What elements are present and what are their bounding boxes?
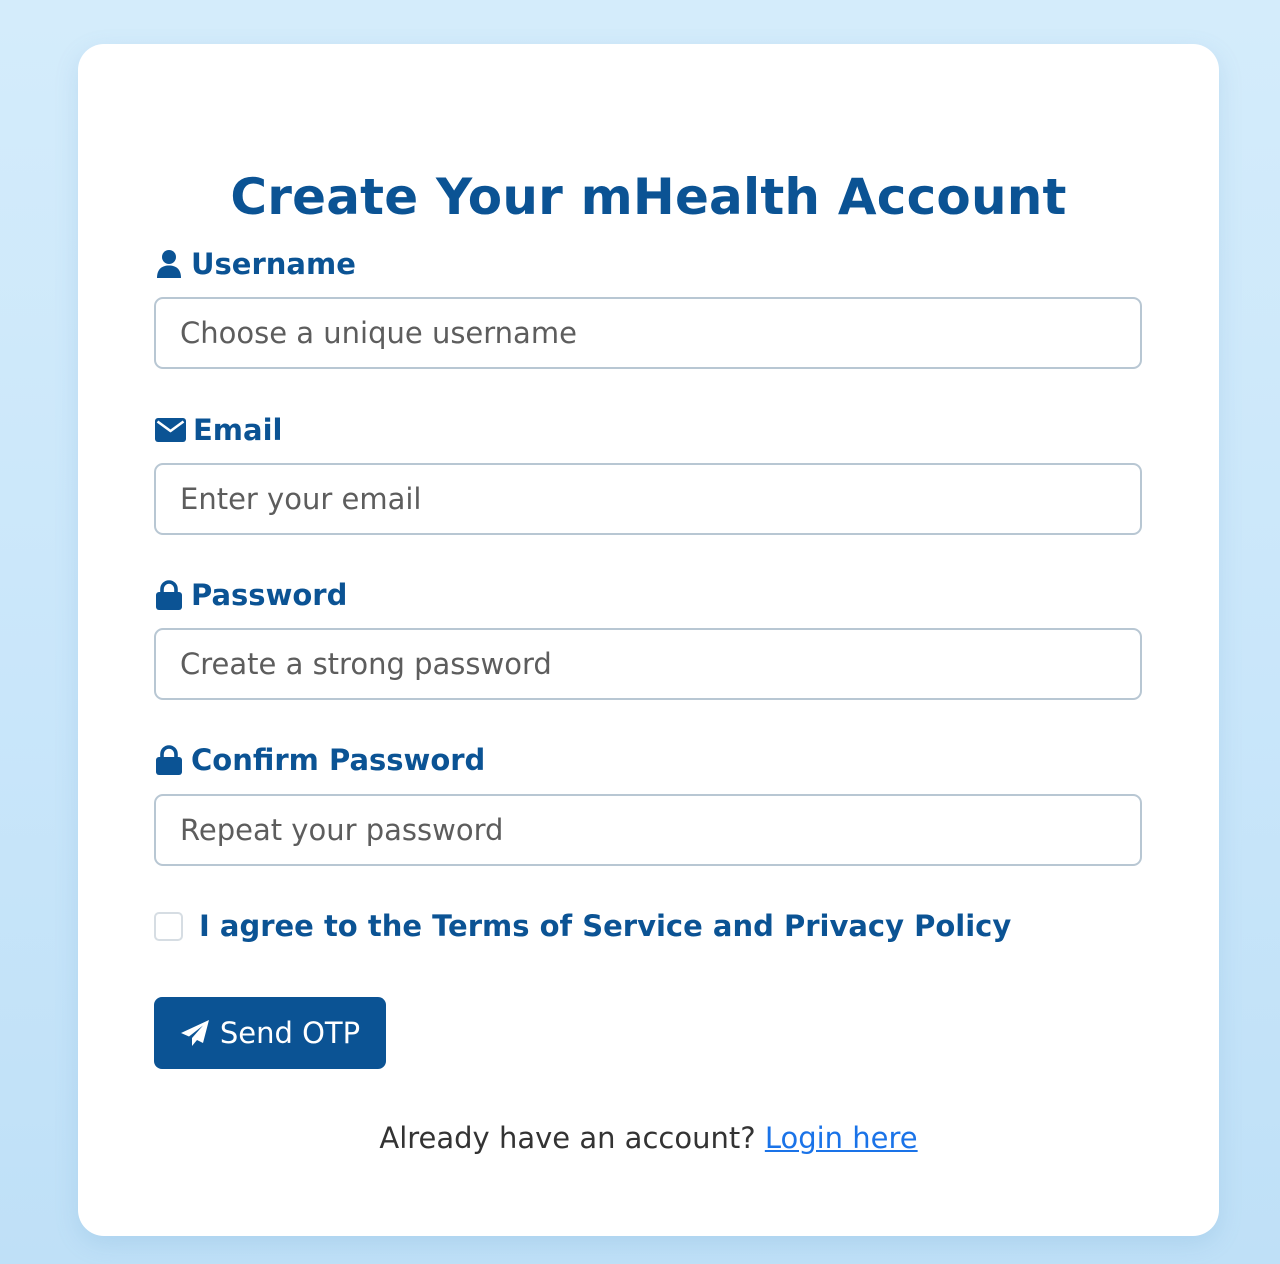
signup-card: Create Your mHealth Account Username Ema… bbox=[78, 44, 1219, 1236]
username-input[interactable] bbox=[154, 297, 1142, 369]
confirm-password-input[interactable] bbox=[154, 794, 1142, 866]
login-prompt-text: Already have an account? bbox=[379, 1121, 756, 1155]
username-label: Username bbox=[154, 246, 356, 282]
lock-icon bbox=[154, 578, 184, 612]
terms-label[interactable]: I agree to the Terms of Service and Priv… bbox=[199, 908, 1011, 944]
login-link[interactable]: Login here bbox=[765, 1121, 918, 1155]
username-label-text: Username bbox=[191, 247, 356, 281]
email-label-text: Email bbox=[193, 413, 283, 447]
password-label: Password bbox=[154, 577, 347, 613]
terms-row: I agree to the Terms of Service and Priv… bbox=[154, 908, 1011, 944]
lock-icon bbox=[154, 743, 184, 777]
user-icon bbox=[154, 247, 184, 281]
confirm-password-label: Confirm Password bbox=[154, 742, 485, 778]
email-label: Email bbox=[154, 412, 282, 448]
send-otp-label: Send OTP bbox=[219, 1016, 361, 1050]
confirm-password-label-text: Confirm Password bbox=[191, 743, 486, 777]
terms-checkbox[interactable] bbox=[154, 911, 183, 941]
send-otp-button[interactable]: Send OTP bbox=[154, 997, 386, 1069]
envelope-icon bbox=[154, 413, 186, 447]
password-input[interactable] bbox=[154, 628, 1142, 700]
paper-plane-icon bbox=[180, 1019, 210, 1047]
page-title: Create Your mHealth Account bbox=[230, 168, 1067, 226]
email-input[interactable] bbox=[154, 463, 1142, 535]
login-prompt: Already have an account? Login here bbox=[78, 1118, 1219, 1158]
password-label-text: Password bbox=[191, 578, 348, 612]
